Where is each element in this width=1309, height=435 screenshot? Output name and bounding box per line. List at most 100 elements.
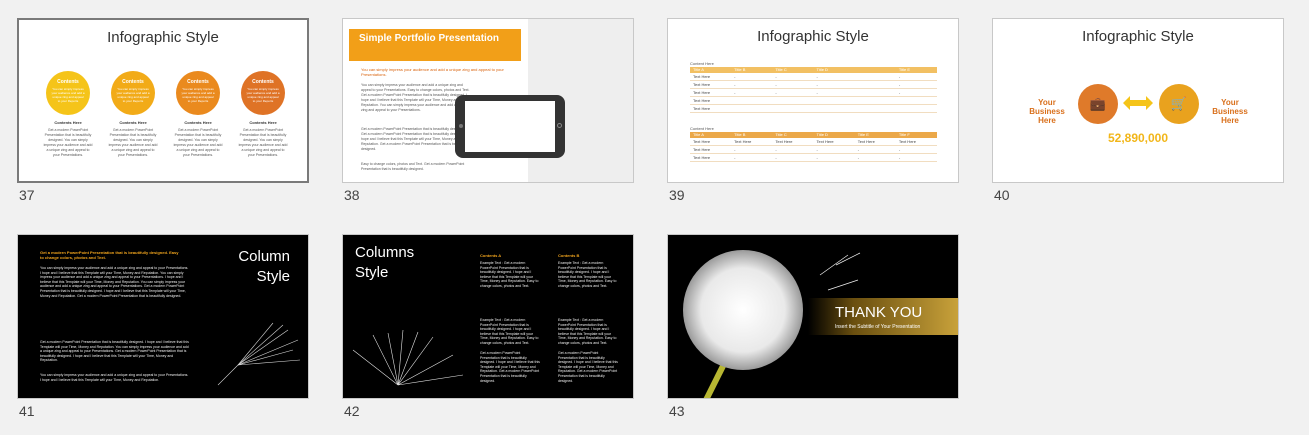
header-cell: Title A <box>693 67 704 72</box>
table-cell: - <box>734 155 736 160</box>
column-text: Get a modern PowerPoint Presentation tha… <box>173 128 223 157</box>
title-line: Column <box>238 248 290 265</box>
table-header: Title A Title B Title C Title D Title E … <box>690 132 937 138</box>
slide-title: Columns Style <box>355 243 414 283</box>
header-cell: Title C <box>775 67 787 72</box>
tablet-image <box>455 95 565 158</box>
slide-preview[interactable]: Infographic Style Your Business Here 💼 🛒… <box>992 18 1284 183</box>
slide-preview[interactable]: THANK YOU Insert the Subtitle of Your Pr… <box>667 234 959 399</box>
header-cell: Title D <box>816 67 828 72</box>
table-cell: Text Here <box>693 155 711 160</box>
title-line: Style <box>355 264 389 281</box>
body-paragraph: Easy to change colors, photos and Text. … <box>361 162 465 171</box>
circle-text: You can simply impress your audience and… <box>246 87 280 103</box>
slide-number: 40 <box>994 187 1010 203</box>
table-cell: Text Here <box>775 139 793 144</box>
slide-preview[interactable]: Get a modern PowerPoint Presentation tha… <box>17 234 309 399</box>
table-row: Text Here - - - - <box>690 89 937 97</box>
slide-title: THANK YOU <box>835 304 923 321</box>
column-text: Get a modern PowerPoint Presentation tha… <box>108 128 158 157</box>
table-cell: - <box>775 90 777 95</box>
table-cell: Text Here <box>816 139 834 144</box>
table-cell: - <box>734 90 736 95</box>
slide-title: Infographic Style <box>757 28 869 45</box>
table-cell: - <box>816 82 818 87</box>
business-label-left: Your Business Here <box>1029 98 1065 125</box>
table-cell: - <box>898 74 901 79</box>
header-cell: Title C <box>775 132 787 137</box>
table-cell: - <box>775 155 777 160</box>
table-cell: Text Here <box>734 139 752 144</box>
header-cell <box>855 67 896 73</box>
table-cell: - <box>816 155 818 160</box>
table-row: Text Here - - - - <box>690 81 937 89</box>
slide-title: Infographic Style <box>1082 28 1194 45</box>
circle-text: You can simply impress your audience and… <box>181 87 215 103</box>
lead-text: Get a modern PowerPoint Presentation tha… <box>40 250 179 260</box>
table-cell: Text Here <box>693 139 711 144</box>
title-line: Style <box>256 268 290 285</box>
table-cell: - <box>816 74 818 79</box>
table-cell: Text Here <box>693 74 711 79</box>
body-paragraph: You can simply impress your audience and… <box>40 266 189 298</box>
slide-preview[interactable]: Simple Portfolio Presentation You can si… <box>342 18 634 183</box>
value-figure: 52,890,000 <box>1107 131 1169 145</box>
circle-text: You can simply impress your audience and… <box>116 87 150 103</box>
column-label: Contents Here <box>54 120 82 125</box>
header-cell: Title F <box>898 132 910 137</box>
slide-preview[interactable]: Infographic Style Contents You can simpl… <box>17 18 309 183</box>
table-row: Text Here <box>690 97 937 105</box>
column-text: Get a modern PowerPoint Presentation tha… <box>43 128 93 157</box>
table-cell: - <box>857 155 860 160</box>
header-cell: Title E <box>898 67 911 72</box>
table-cell: - <box>734 82 736 87</box>
body-paragraph: You can simply impress your audience and… <box>40 373 189 382</box>
content-circle: Contents You can simply impress your aud… <box>111 71 155 115</box>
table-cell: - <box>734 74 736 79</box>
column-label: Contents Here <box>184 120 212 125</box>
slide-title: Infographic Style <box>107 29 219 46</box>
cart-icon: 🛒 <box>1159 84 1199 124</box>
slide-preview[interactable]: Columns Style Contents A Contents B Exam… <box>342 234 634 399</box>
table-cell: - <box>816 90 818 95</box>
table-cell: - <box>898 155 901 160</box>
content-circle: Contents You can simply impress your aud… <box>176 71 220 115</box>
table-cell: - <box>775 82 777 87</box>
table-cell: - <box>734 147 736 152</box>
table-cell: - <box>816 147 818 152</box>
column-text: Get a modern PowerPoint Presentation tha… <box>558 351 618 383</box>
dandelion-seed-image <box>217 322 301 386</box>
table-cell: Text Here <box>693 82 711 87</box>
slide-number: 42 <box>344 403 360 419</box>
header-cell: Title E <box>857 132 869 137</box>
column-text: Example Text : Get a modern PowerPoint P… <box>558 318 617 345</box>
body-paragraph: Get a modern PowerPoint Presentation tha… <box>40 340 189 363</box>
table-cell: Text Here <box>693 106 711 111</box>
slide-title: Column Style <box>238 247 290 287</box>
table-cell: Text Here <box>693 147 711 152</box>
table-row: Text Here - - - - - <box>690 146 937 154</box>
slide-preview[interactable]: Infographic Style Content Here Title A T… <box>667 18 959 183</box>
column-label: Contents Here <box>249 120 277 125</box>
table-cell: Text Here <box>898 139 916 144</box>
slide-number: 43 <box>669 403 685 419</box>
header-cell: Title B <box>734 67 746 72</box>
briefcase-icon: 💼 <box>1078 84 1118 124</box>
column-text: Get a modern PowerPoint Presentation tha… <box>238 128 288 157</box>
tablet-screen <box>465 101 555 152</box>
content-circle: Contents You can simply impress your aud… <box>241 71 285 115</box>
table-row: Text Here <box>690 105 937 113</box>
column-text: Get a modern PowerPoint Presentation tha… <box>480 351 540 383</box>
content-circle: Contents You can simply impress your aud… <box>46 71 90 115</box>
slide-number: 37 <box>19 187 35 203</box>
table-cell: - <box>775 147 777 152</box>
slide-number: 39 <box>669 187 685 203</box>
table-cell: - <box>898 147 901 152</box>
column-text: Example Text : Get a modern PowerPoint P… <box>480 261 539 288</box>
slide-title: Simple Portfolio Presentation <box>349 29 521 61</box>
table-cell: Text Here <box>693 98 711 103</box>
table-row: Text Here - - - - <box>690 73 937 81</box>
column-text: Example Text : Get a modern PowerPoint P… <box>480 318 539 345</box>
slide-number: 41 <box>19 403 35 419</box>
table-row: Text Here - - - - - <box>690 154 937 162</box>
